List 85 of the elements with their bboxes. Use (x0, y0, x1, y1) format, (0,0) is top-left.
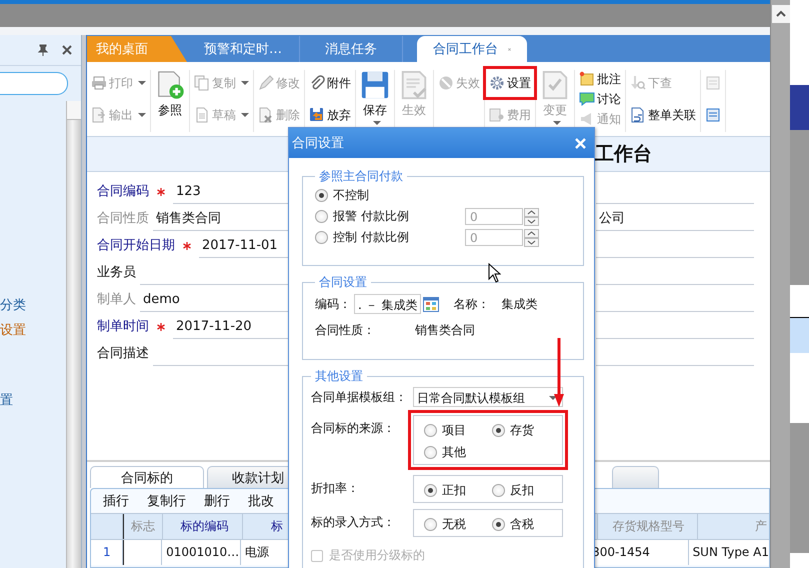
sidebar-item[interactable]: 置 (0, 388, 66, 413)
document-icon (194, 107, 210, 123)
field-label: 合同性质 (97, 210, 149, 228)
toolbar-button[interactable]: 附件 (307, 70, 353, 96)
spinner-icon[interactable] (524, 208, 539, 226)
pin-icon[interactable] (37, 44, 49, 56)
mouse-cursor-icon (488, 263, 501, 283)
field-label: 合同描述 (97, 345, 149, 363)
field-label: 制单时间 (97, 318, 149, 336)
toolbar-button[interactable]: 批改 (248, 492, 274, 510)
settings-icon (489, 75, 505, 91)
sidebar-item[interactable]: 设置 (0, 318, 66, 343)
field-label: 合同性质： (315, 322, 376, 338)
document-edit-icon (540, 70, 570, 100)
field-label: 名称： (453, 296, 490, 312)
field-label: 标的录入方式： (311, 514, 396, 531)
table-cell-text: SUN Type A1 (692, 544, 769, 561)
row-number: 1 (91, 540, 123, 565)
group-title: 其他设置 (314, 368, 364, 385)
pencil-icon (258, 75, 274, 91)
toolbar-button[interactable]: 保存 (358, 70, 392, 125)
annotation-arrow (554, 338, 564, 408)
lookup-icon[interactable] (423, 296, 440, 312)
document-icon (705, 75, 721, 91)
field-label: 合同开始日期 (97, 237, 175, 255)
field-label: 制单人 (97, 291, 136, 309)
required-icon (157, 323, 165, 331)
document-link-icon (630, 107, 646, 123)
required-icon (183, 242, 191, 250)
tab[interactable]: 合同工作台 (417, 36, 527, 62)
radio-option[interactable]: 不控制 (315, 187, 465, 204)
paperclip-icon (309, 75, 325, 91)
required-icon (157, 188, 165, 196)
document-icon (705, 107, 721, 123)
radio-option[interactable]: 含税 (492, 514, 560, 534)
sticky-note-icon (579, 71, 595, 87)
toolbar-button[interactable]: 设置 (487, 70, 533, 96)
radio-option[interactable]: 正扣 (424, 480, 492, 500)
radio-option[interactable]: 项目 (424, 420, 492, 440)
scrollbar[interactable] (66, 101, 81, 568)
export-icon (91, 107, 107, 123)
radio-option[interactable]: 报警 付款比例 (315, 208, 465, 225)
scrollbar[interactable] (770, 0, 790, 568)
toolbar-button[interactable]: 删行 (204, 492, 230, 510)
field-label: 编码： (315, 296, 351, 312)
field-value: 集成类 (501, 296, 538, 312)
toolbar-button[interactable]: 放弃 (307, 102, 353, 128)
scroll-up-icon[interactable] (772, 5, 790, 23)
toolbar-button[interactable]: 插行 (103, 492, 129, 510)
close-icon[interactable] (62, 45, 72, 55)
group-title: 参照主合同付款 (318, 168, 404, 185)
field-label: 业务员 (97, 264, 136, 282)
copy-icon (194, 75, 210, 91)
radio-option[interactable]: 其他 (424, 442, 492, 462)
field-label: 合同标的来源： (311, 420, 396, 437)
field-label: 折扣率： (311, 480, 360, 497)
field-value: 销售类合同 (415, 322, 475, 338)
input-field[interactable]: 公司 (596, 208, 754, 231)
printer-icon (91, 75, 107, 91)
spinner-icon[interactable] (524, 228, 539, 246)
page-title: 工作台 (595, 142, 652, 167)
toolbar-button[interactable]: 批注 (577, 70, 623, 88)
radio-option[interactable]: 存货 (492, 420, 560, 440)
table-cell: 01001010… (162, 540, 241, 565)
document-add-icon (155, 70, 185, 100)
toolbar-button[interactable]: 整单关联 (628, 102, 698, 128)
group-title: 合同设置 (318, 274, 368, 291)
radio-option[interactable]: 无税 (424, 514, 492, 534)
chat-bubble-icon (579, 91, 595, 107)
sidebar-item[interactable]: 分类 (0, 293, 66, 318)
radio-option[interactable]: 控制 付款比例 (315, 229, 465, 246)
search-field[interactable] (0, 72, 68, 95)
radio-option[interactable]: 反扣 (492, 480, 560, 500)
toolbar-button[interactable]: 参照 (153, 70, 187, 119)
field-label: 合同单据模板组： (311, 388, 408, 406)
prohibited-icon (438, 75, 454, 91)
tab[interactable]: 合同标的 (90, 466, 204, 488)
dialog-title: 合同设置 (292, 135, 344, 152)
arrow-search-icon (630, 75, 646, 91)
input-field[interactable]: . － 集成类 (354, 294, 422, 314)
toolbar-button[interactable]: 讨论 (577, 90, 623, 108)
toolbar-button[interactable]: 复制行 (147, 492, 186, 510)
document-delete-icon (258, 107, 274, 123)
document-check-icon (399, 70, 429, 100)
field-label: 合同编码 (97, 183, 149, 201)
